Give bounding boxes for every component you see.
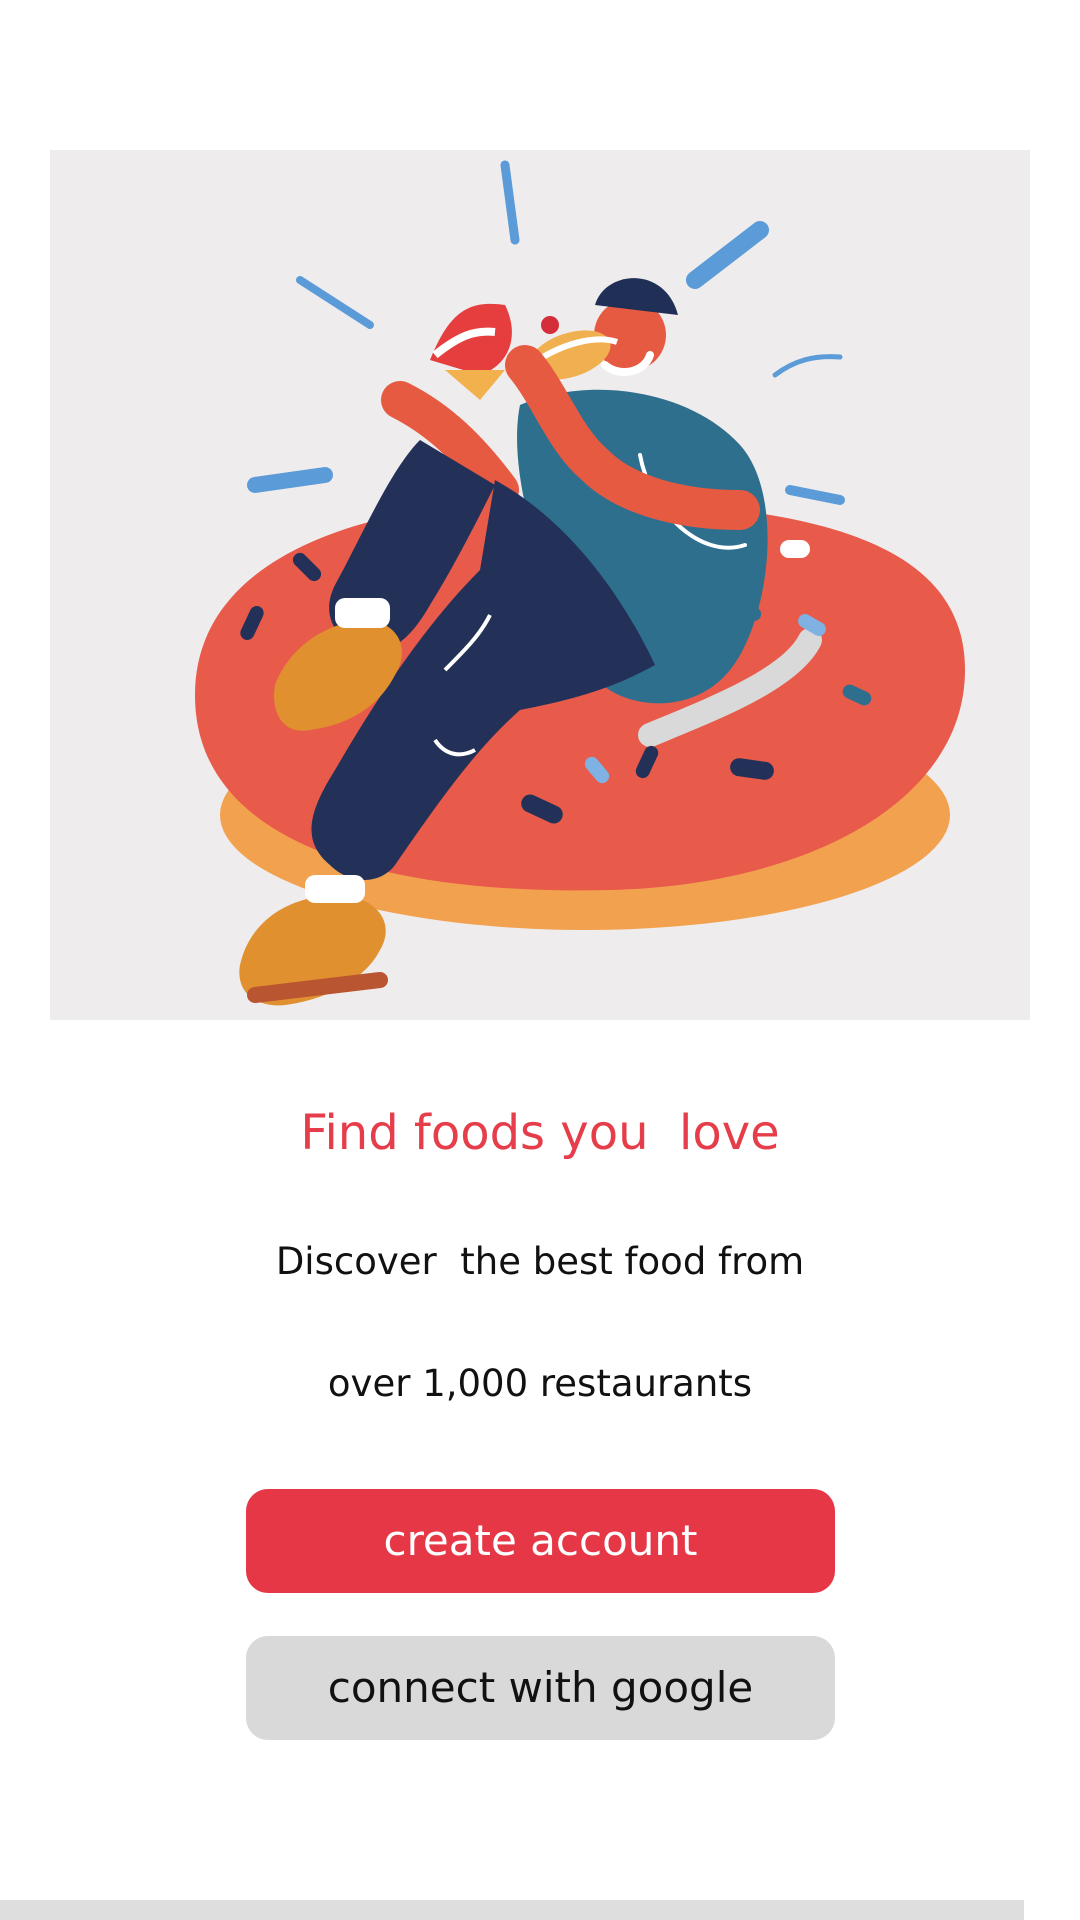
- create-account-button[interactable]: create account: [246, 1489, 835, 1593]
- description-line-1: Discover the best food from: [275, 1240, 805, 1283]
- page-title: Find foods you love: [300, 1105, 780, 1161]
- hero-illustration: [50, 150, 1030, 1020]
- connect-with-google-button[interactable]: connect with google: [246, 1636, 835, 1740]
- donut-person-illustration: [195, 160, 965, 1006]
- bottom-scrollbar[interactable]: [0, 1900, 1024, 1920]
- description-line-2: over 1,000 restaurants: [327, 1362, 753, 1405]
